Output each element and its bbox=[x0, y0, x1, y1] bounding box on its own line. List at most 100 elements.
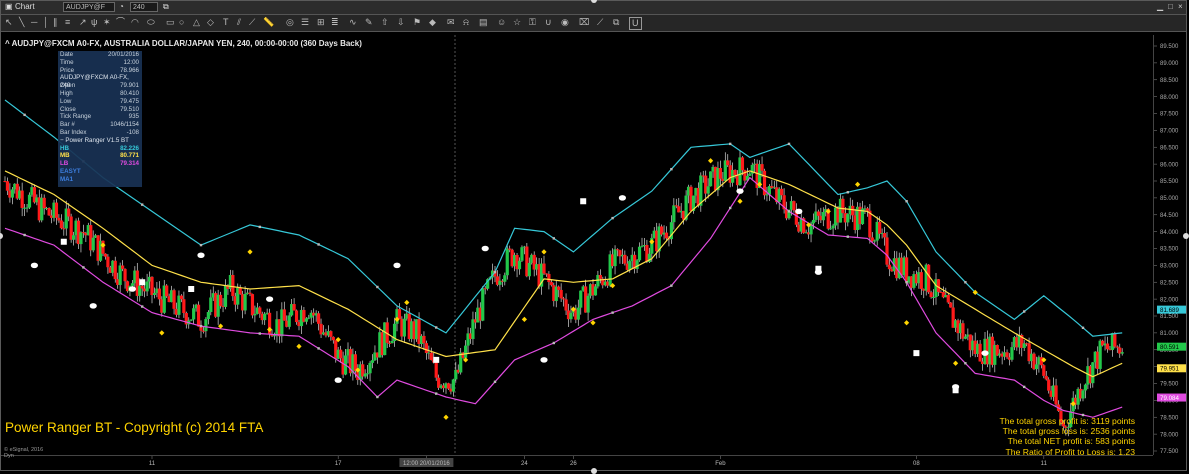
close-icon[interactable]: × bbox=[1178, 2, 1183, 11]
triangle-icon[interactable]: △ bbox=[193, 17, 200, 28]
diamond-icon[interactable]: ◇ bbox=[207, 17, 214, 28]
candle-down bbox=[59, 220, 63, 229]
wave-icon[interactable]: ∿ bbox=[349, 17, 357, 28]
candle-down bbox=[123, 268, 127, 282]
data-value: 80.771 bbox=[120, 152, 139, 160]
fib-icon[interactable]: ≡ bbox=[65, 17, 70, 28]
candle-down bbox=[20, 190, 24, 208]
candle-up bbox=[307, 317, 311, 319]
note-icon[interactable]: ✉ bbox=[447, 17, 455, 28]
text-tool-icon[interactable]: T bbox=[223, 17, 229, 28]
arc-icon[interactable]: ◠ bbox=[131, 17, 139, 28]
y-tick-label: 86.500 bbox=[1160, 145, 1179, 151]
candle-down bbox=[113, 260, 117, 280]
channel-icon[interactable]: ∥ bbox=[53, 17, 58, 28]
grid-icon[interactable]: ⊞ bbox=[317, 17, 325, 28]
target-icon[interactable]: ◎ bbox=[286, 17, 294, 28]
maximize-icon[interactable]: □ bbox=[1168, 2, 1173, 11]
candle-up bbox=[1081, 390, 1085, 399]
x-tick-label: 08 bbox=[913, 461, 920, 467]
brush-icon[interactable]: ⟋ bbox=[597, 17, 603, 28]
signal-square bbox=[815, 265, 822, 272]
candle-down bbox=[547, 273, 551, 283]
signal-dot bbox=[30, 262, 38, 269]
right-resize-handle[interactable] bbox=[1183, 233, 1189, 239]
candle-down bbox=[331, 336, 335, 341]
circle-icon[interactable]: ○ bbox=[179, 17, 184, 28]
arrow-icon[interactable]: ↗ bbox=[79, 17, 87, 28]
horizontal-line-icon[interactable]: ─ bbox=[31, 17, 37, 28]
cursor-icon[interactable]: ↖ bbox=[5, 17, 13, 28]
candle-down bbox=[172, 290, 176, 309]
x-tick-label: 12:00 20/01/2016 bbox=[403, 461, 450, 467]
time-axis[interactable]: 11 17 12:00 20/01/2016 24 26 Feb 08 11 bbox=[1, 455, 1153, 470]
star-icon[interactable]: ☆ bbox=[513, 17, 521, 28]
candle-up bbox=[569, 312, 573, 320]
data-row: Date 20/01/2016 bbox=[58, 51, 142, 59]
pitchfork-icon[interactable]: ψ bbox=[91, 17, 97, 28]
price-axis[interactable]: 89.500 89.000 88.500 88.000 87.500 87.000 86.5… bbox=[1153, 35, 1186, 470]
magnet-toggle-icon[interactable]: U bbox=[629, 17, 642, 30]
candle-up bbox=[304, 318, 308, 322]
data-key: MA1 bbox=[60, 175, 74, 183]
band-hb-dot bbox=[141, 203, 144, 206]
flag-icon[interactable]: ⚑ bbox=[413, 17, 421, 28]
magnet-icon[interactable]: ∪ bbox=[545, 17, 552, 28]
bottom-resize-handle[interactable] bbox=[591, 468, 597, 474]
candle-up bbox=[586, 295, 590, 313]
ohlc-row: Close 79.510 bbox=[58, 106, 142, 114]
minimize-icon[interactable]: ▁ bbox=[1157, 2, 1163, 11]
candle-up bbox=[709, 171, 713, 187]
candle-down bbox=[231, 274, 235, 297]
band-hb-dot bbox=[1081, 326, 1085, 330]
image-icon[interactable]: ▤ bbox=[479, 17, 488, 28]
clone-icon[interactable]: ⧉ bbox=[613, 17, 619, 28]
candle-down bbox=[150, 276, 154, 296]
y-tick-label: 89.500 bbox=[1160, 44, 1179, 50]
ohlc-row: Bar Index -108 bbox=[58, 129, 142, 137]
ruler-icon[interactable]: 📏 bbox=[263, 17, 274, 28]
levels-icon[interactable]: ☰ bbox=[301, 17, 309, 28]
trash-icon[interactable]: ⌧ bbox=[579, 17, 589, 28]
interval-field[interactable]: 240 bbox=[130, 2, 158, 12]
marker-icon[interactable]: ◆ bbox=[429, 17, 436, 28]
bell-icon[interactable]: ⍾ bbox=[463, 17, 469, 28]
lock-icon[interactable]: ⚿ bbox=[529, 17, 536, 28]
data-value: 1046/1154 bbox=[110, 121, 139, 129]
gann-icon[interactable]: ✶ bbox=[103, 17, 111, 28]
symbol-field[interactable]: AUDJPY@F bbox=[63, 2, 115, 12]
eye-icon[interactable]: ◉ bbox=[561, 17, 569, 28]
candle-up bbox=[831, 225, 835, 229]
data-key: Bar Index bbox=[60, 128, 87, 136]
price-chart[interactable] bbox=[1, 35, 1153, 455]
link-icon[interactable]: ⧉ bbox=[163, 2, 169, 12]
buy-arrow-icon[interactable]: ⇧ bbox=[381, 17, 389, 28]
candle-down bbox=[851, 205, 855, 216]
candle-up bbox=[503, 275, 507, 282]
signal-dot bbox=[618, 195, 627, 201]
candles-layer bbox=[3, 150, 1124, 437]
window-icon: ▣ bbox=[5, 2, 13, 11]
candle-down bbox=[179, 295, 183, 300]
stack-icon[interactable]: ≣ bbox=[331, 17, 339, 28]
rectangle-icon[interactable]: ▭ bbox=[166, 17, 175, 28]
vertical-line-icon[interactable]: │ bbox=[43, 17, 49, 28]
y-tick-label: 85.500 bbox=[1160, 179, 1179, 185]
band-hb-dot bbox=[1023, 310, 1026, 313]
net-profit-line: The total NET profit is: 583 points bbox=[1007, 436, 1135, 447]
sell-arrow-icon[interactable]: ⇩ bbox=[397, 17, 405, 28]
cycle-icon[interactable]: ⌒ bbox=[116, 17, 125, 28]
pen-icon[interactable]: ✎ bbox=[365, 17, 373, 28]
band-hb-dot bbox=[611, 216, 614, 220]
speed-line-icon[interactable]: ⫽ bbox=[237, 17, 241, 28]
last-value-label: 79.951 bbox=[1160, 366, 1179, 373]
performance-stats: The total gross profit is: 3119 points T… bbox=[999, 416, 1135, 457]
ellipse-icon[interactable]: ⬭ bbox=[147, 17, 155, 28]
candle-down bbox=[780, 188, 784, 196]
line-tool-icon[interactable]: ╲ bbox=[19, 17, 24, 28]
smile-icon[interactable]: ☺ bbox=[497, 17, 506, 28]
signal-dot bbox=[89, 303, 97, 309]
band-hb-dot bbox=[905, 200, 908, 203]
regression-icon[interactable]: ⟋ bbox=[249, 17, 255, 28]
candle-down bbox=[54, 202, 59, 218]
